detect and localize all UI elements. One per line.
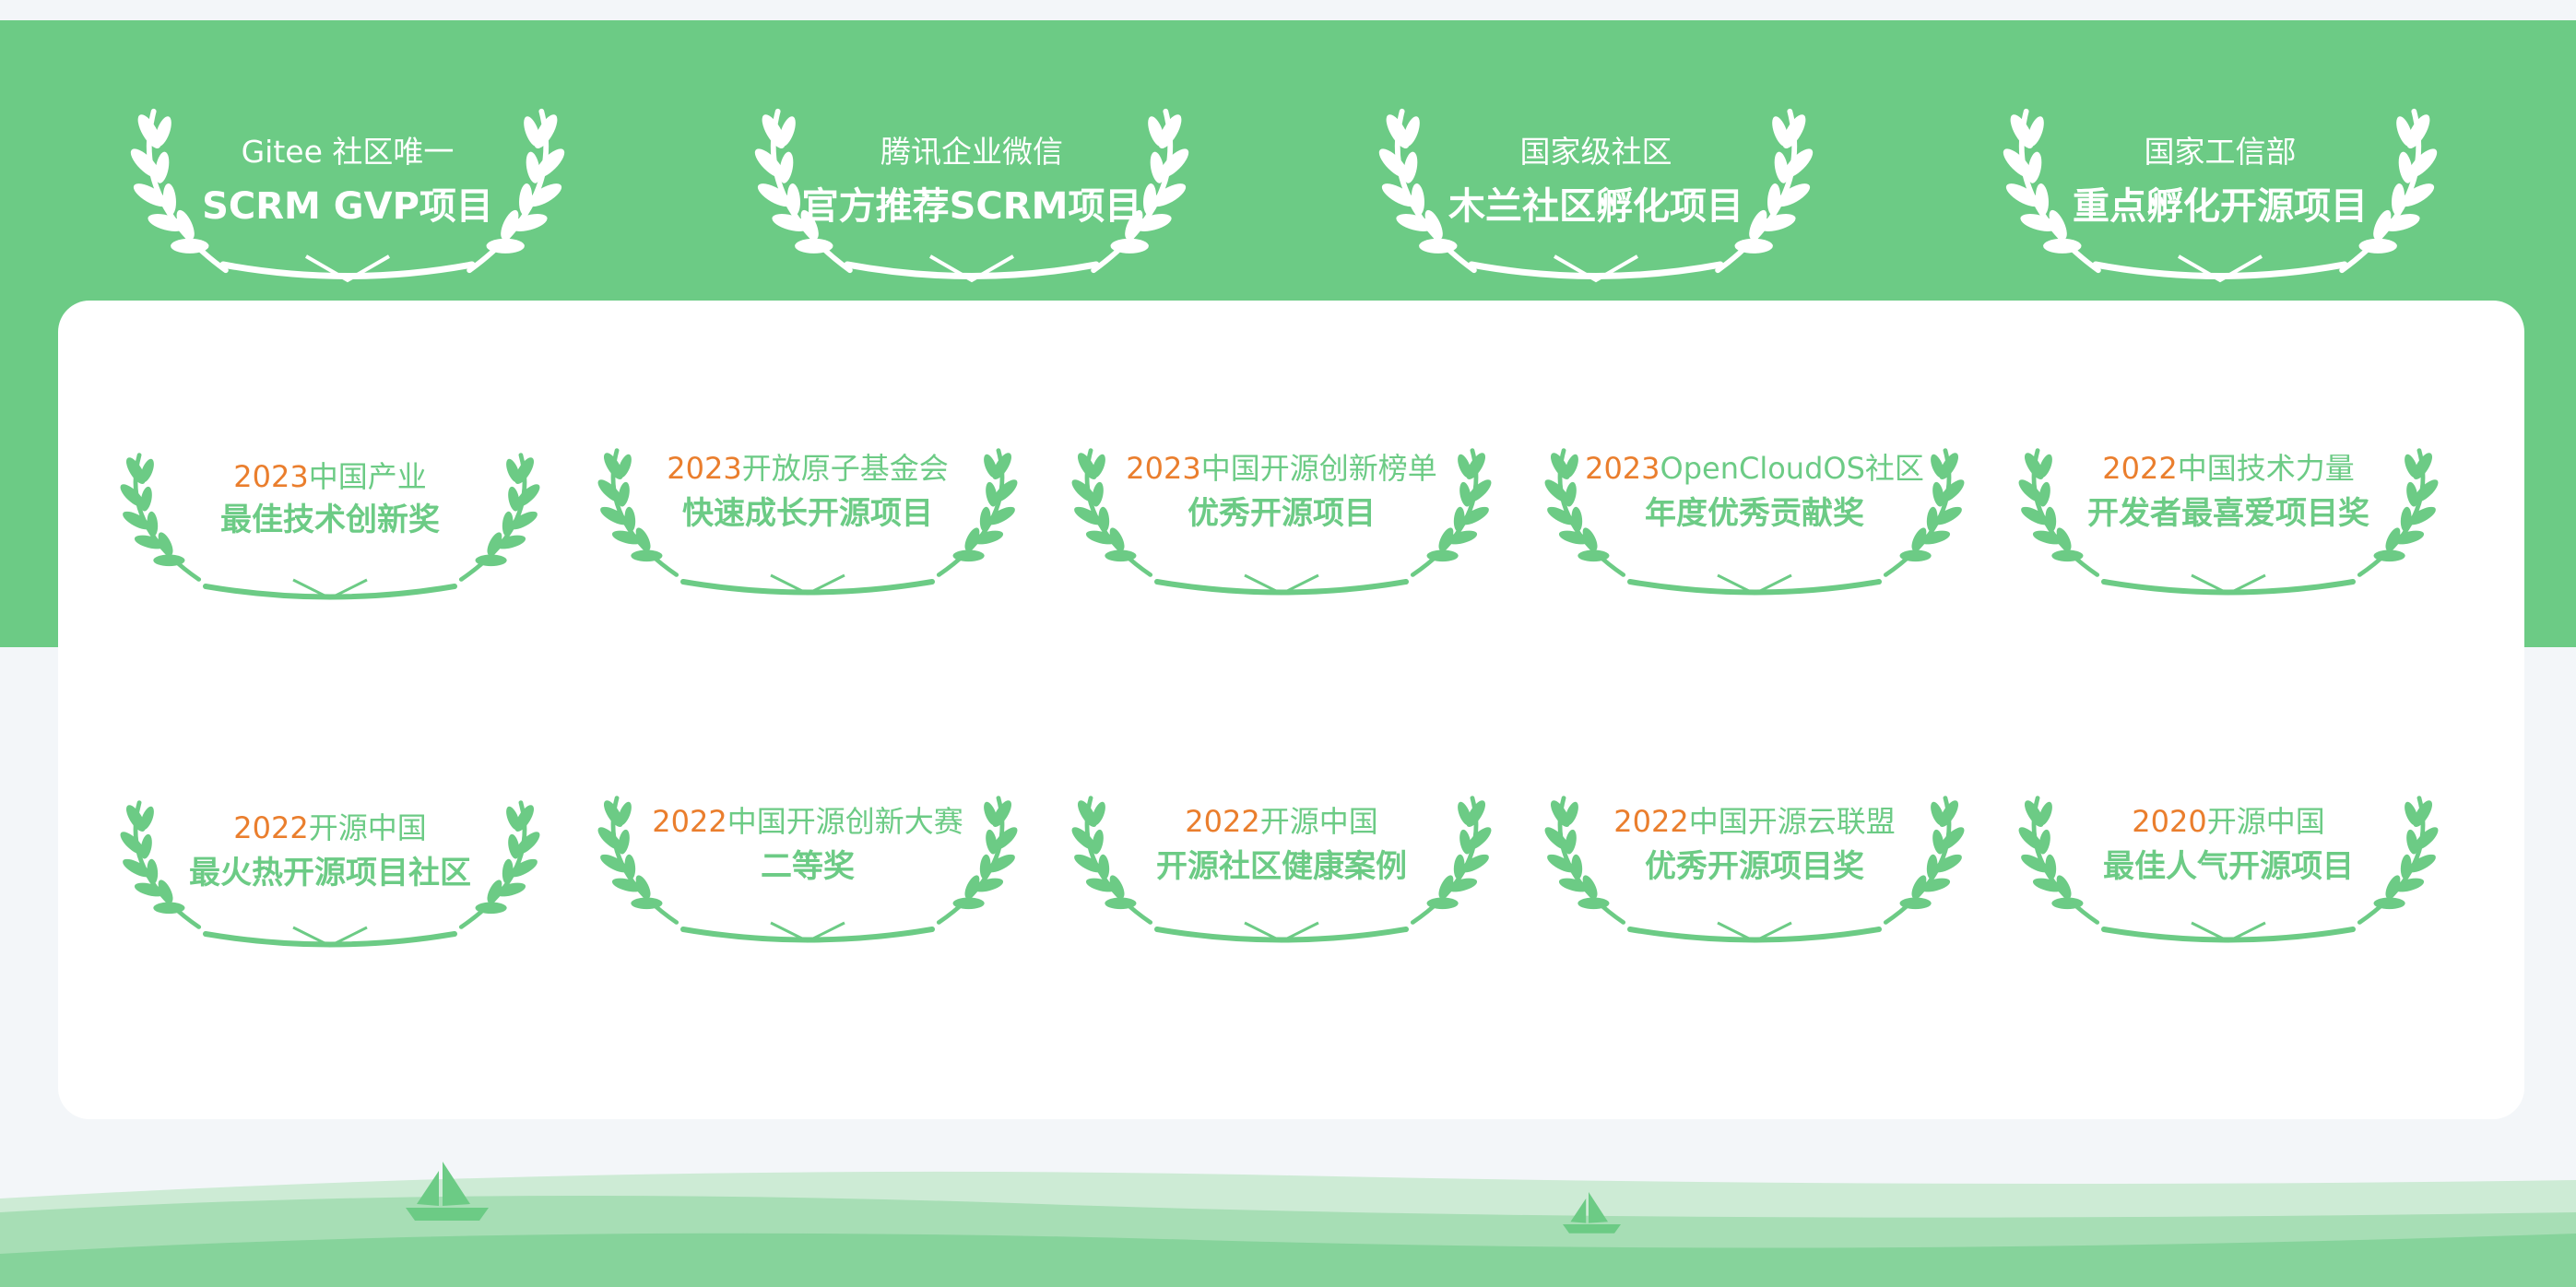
award-subtitle: 2023中国开源创新榜单 <box>1069 450 1494 487</box>
laurel-wreath-icon <box>122 76 573 283</box>
award-title: 优秀开源项目 <box>1188 495 1376 532</box>
award-item: 2020开源中国 最佳人气开源项目 <box>2016 777 2440 943</box>
hero-award-subtitle: 国家级社区 <box>1519 134 1672 170</box>
hero-award: 国家级社区 木兰社区孵化项目 <box>1370 76 1822 288</box>
award-subtitle: 2022开源中国 <box>1069 803 1494 840</box>
award-subtitle: 2022开源中国 <box>118 809 542 846</box>
award-item: 2022开源中国 最火热开源项目社区 <box>118 782 542 948</box>
award-item: 2022中国开源云联盟 优秀开源项目奖 <box>1542 777 1967 943</box>
hero-award: 国家工信部 重点孵化开源项目 <box>1994 76 2446 288</box>
award-org: 中国开源创新榜单 <box>1200 451 1437 486</box>
award-org: 开源中国 <box>2206 804 2325 839</box>
award-title: 最佳人气开源项目 <box>2103 848 2354 885</box>
award-item: 2023开放原子基金会 快速成长开源项目 <box>596 430 1020 596</box>
award-title: 最火热开源项目社区 <box>189 855 471 891</box>
award-org: 中国技术力量 <box>2177 451 2355 486</box>
laurel-wreath-icon <box>1370 76 1822 283</box>
award-year: 2022 <box>1185 804 1260 839</box>
award-item: 2022中国开源创新大赛 二等奖 <box>596 777 1020 943</box>
award-year: 2023 <box>233 459 309 494</box>
hero-award-title: SCRM GVP项目 <box>202 185 493 228</box>
award-subtitle: 2022中国开源创新大赛 <box>596 803 1020 840</box>
hero-award-subtitle: 国家工信部 <box>2144 134 2297 170</box>
award-year: 2022 <box>1613 804 1689 839</box>
award-org: 开源中国 <box>308 810 427 845</box>
award-title: 最佳技术创新奖 <box>220 502 440 538</box>
award-year: 2020 <box>2132 804 2207 839</box>
hero-award-title: 官方推荐SCRM项目 <box>801 185 1142 228</box>
laurel-wreath-icon <box>1994 76 2446 283</box>
award-subtitle: 2020开源中国 <box>2016 803 2440 840</box>
award-subtitle: 2023中国产业 <box>118 458 542 495</box>
hero-award-title: 木兰社区孵化项目 <box>1448 185 1743 228</box>
award-title: 二等奖 <box>761 848 855 885</box>
award-title: 年度优秀贡献奖 <box>1645 495 1864 532</box>
award-title: 开源社区健康案例 <box>1156 848 1407 885</box>
award-org: 中国开源创新大赛 <box>727 804 963 839</box>
award-item: 2023中国产业 最佳技术创新奖 <box>118 434 542 600</box>
award-subtitle: 2022中国开源云联盟 <box>1542 803 1967 840</box>
award-org: 中国开源云联盟 <box>1688 804 1896 839</box>
award-subtitle: 2022中国技术力量 <box>2016 450 2440 487</box>
award-subtitle: 2023OpenCloudOS社区 <box>1542 450 1967 487</box>
award-title: 快速成长开源项目 <box>682 495 933 532</box>
award-title: 开发者最喜爱项目奖 <box>2087 495 2369 532</box>
hero-award: Gitee 社区唯一 SCRM GVP项目 <box>122 76 573 288</box>
hero-award-subtitle: 腾讯企业微信 <box>880 134 1063 170</box>
award-year: 2022 <box>233 810 309 845</box>
award-item: 2022中国技术力量 开发者最喜爱项目奖 <box>2016 430 2440 596</box>
award-year: 2023 <box>667 451 742 486</box>
award-year: 2022 <box>2102 451 2178 486</box>
award-year: 2022 <box>652 804 727 839</box>
hills-illustration <box>0 1162 2576 1287</box>
award-year: 2023 <box>1585 451 1660 486</box>
award-title: 优秀开源项目奖 <box>1645 848 1864 885</box>
award-item: 2023中国开源创新榜单 优秀开源项目 <box>1069 430 1494 596</box>
hero-award-title: 重点孵化开源项目 <box>2073 185 2368 228</box>
award-org: 开放原子基金会 <box>741 451 949 486</box>
hero-award-subtitle: Gitee 社区唯一 <box>241 134 455 170</box>
award-item: 2022开源中国 开源社区健康案例 <box>1069 777 1494 943</box>
hero-awards-row: Gitee 社区唯一 SCRM GVP项目 腾讯企业微信 官方推荐SCRM项目 … <box>0 20 2576 297</box>
award-org: 开源中国 <box>1259 804 1378 839</box>
awards-card: 2023中国产业 最佳技术创新奖 2023开放原子基金会 快速成长开源项目 20… <box>58 301 2524 1119</box>
award-year: 2023 <box>1126 451 1201 486</box>
award-org: 中国产业 <box>308 459 427 494</box>
award-org: OpenCloudOS社区 <box>1660 451 1924 486</box>
award-item: 2023OpenCloudOS社区 年度优秀贡献奖 <box>1542 430 1967 596</box>
award-subtitle: 2023开放原子基金会 <box>596 450 1020 487</box>
laurel-wreath-icon <box>746 76 1198 283</box>
hero-award: 腾讯企业微信 官方推荐SCRM项目 <box>746 76 1198 288</box>
